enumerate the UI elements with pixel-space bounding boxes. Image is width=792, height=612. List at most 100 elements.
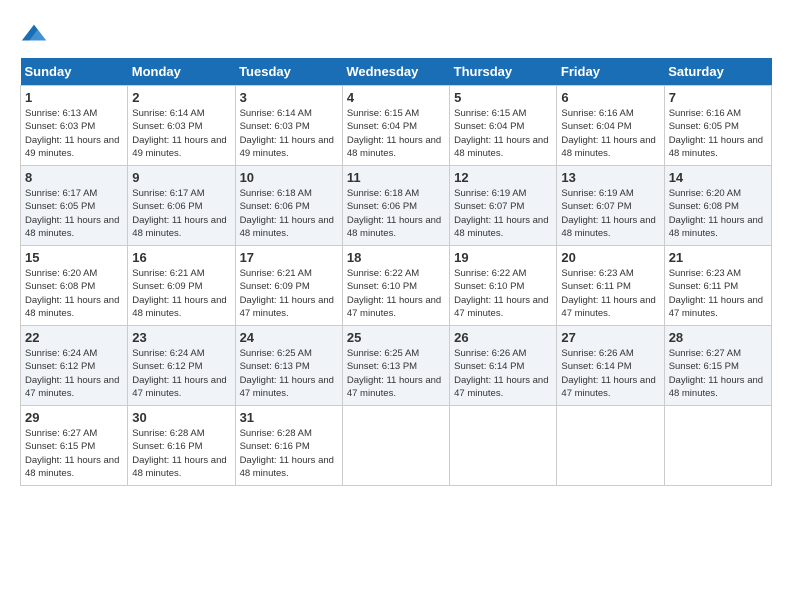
- calendar-cell: 3Sunrise: 6:14 AMSunset: 6:03 PMDaylight…: [235, 86, 342, 166]
- calendar-cell: 1 Sunrise: 6:13 AMSunset: 6:03 PMDaylight…: [21, 86, 128, 166]
- week-row-5: 29Sunrise: 6:27 AMSunset: 6:15 PMDayligh…: [21, 406, 772, 486]
- day-info: Sunrise: 6:25 AMSunset: 6:13 PMDaylight:…: [240, 347, 338, 400]
- calendar-cell: 28 Sunrise: 6:27 AMSunset: 6:15 PMDayligh…: [664, 326, 771, 406]
- day-info: Sunrise: 6:24 AMSunset: 6:12 PMDaylight:…: [25, 347, 123, 400]
- weekday-header-tuesday: Tuesday: [235, 58, 342, 86]
- calendar-cell: 24 Sunrise: 6:25 AMSunset: 6:13 PMDayligh…: [235, 326, 342, 406]
- day-info: Sunrise: 6:18 AMSunset: 6:06 PMDaylight:…: [240, 187, 338, 240]
- day-number: 27: [561, 330, 659, 345]
- calendar-cell: 5 Sunrise: 6:15 AMSunset: 6:04 PMDaylight…: [450, 86, 557, 166]
- day-info: Sunrise: 6:20 AMSunset: 6:08 PMDaylight:…: [669, 187, 767, 240]
- day-info: Sunrise: 6:20 AMSunset: 6:08 PMDaylight:…: [25, 267, 123, 320]
- day-number: 28: [669, 330, 767, 345]
- day-number: 22: [25, 330, 123, 345]
- day-number: 19: [454, 250, 552, 265]
- day-number: 3: [240, 90, 338, 105]
- calendar-cell: 4 Sunrise: 6:15 AMSunset: 6:04 PMDaylight…: [342, 86, 449, 166]
- calendar-cell: 22 Sunrise: 6:24 AMSunset: 6:12 PMDayligh…: [21, 326, 128, 406]
- logo: [20, 20, 50, 48]
- calendar-cell: 18Sunrise: 6:22 AMSunset: 6:10 PMDayligh…: [342, 246, 449, 326]
- day-number: 9: [132, 170, 230, 185]
- day-number: 10: [240, 170, 338, 185]
- weekday-header-row: SundayMondayTuesdayWednesdayThursdayFrid…: [21, 58, 772, 86]
- day-info: Sunrise: 6:28 AMSunset: 6:16 PMDaylight:…: [132, 427, 230, 480]
- day-number: 15: [25, 250, 123, 265]
- day-info: Sunrise: 6:27 AMSunset: 6:15 PMDaylight:…: [25, 427, 123, 480]
- calendar-cell: [450, 406, 557, 486]
- day-info: Sunrise: 6:13 AMSunset: 6:03 PMDaylight:…: [25, 107, 123, 160]
- day-number: 6: [561, 90, 659, 105]
- day-info: Sunrise: 6:28 AMSunset: 6:16 PMDaylight:…: [240, 427, 338, 480]
- calendar-cell: 2 Sunrise: 6:14 AMSunset: 6:03 PMDaylight…: [128, 86, 235, 166]
- weekday-header-wednesday: Wednesday: [342, 58, 449, 86]
- day-info: Sunrise: 6:15 AMSunset: 6:04 PMDaylight:…: [347, 107, 445, 160]
- calendar-cell: 8 Sunrise: 6:17 AMSunset: 6:05 PMDaylight…: [21, 166, 128, 246]
- day-number: 8: [25, 170, 123, 185]
- day-number: 21: [669, 250, 767, 265]
- day-number: 11: [347, 170, 445, 185]
- day-number: 2: [132, 90, 230, 105]
- calendar-cell: 20Sunrise: 6:23 AMSunset: 6:11 PMDayligh…: [557, 246, 664, 326]
- week-row-3: 15 Sunrise: 6:20 AMSunset: 6:08 PMDayligh…: [21, 246, 772, 326]
- day-info: Sunrise: 6:22 AMSunset: 6:10 PMDaylight:…: [454, 267, 552, 320]
- calendar-cell: 21 Sunrise: 6:23 AMSunset: 6:11 PMDayligh…: [664, 246, 771, 326]
- day-info: Sunrise: 6:14 AMSunset: 6:03 PMDaylight:…: [132, 107, 230, 160]
- day-number: 31: [240, 410, 338, 425]
- day-info: Sunrise: 6:27 AMSunset: 6:15 PMDaylight:…: [669, 347, 767, 400]
- weekday-header-sunday: Sunday: [21, 58, 128, 86]
- calendar-cell: 25 Sunrise: 6:25 AMSunset: 6:13 PMDayligh…: [342, 326, 449, 406]
- weekday-header-monday: Monday: [128, 58, 235, 86]
- day-number: 7: [669, 90, 767, 105]
- day-info: Sunrise: 6:21 AMSunset: 6:09 PMDaylight:…: [132, 267, 230, 320]
- calendar-cell: 13Sunrise: 6:19 AMSunset: 6:07 PMDayligh…: [557, 166, 664, 246]
- day-number: 1: [25, 90, 123, 105]
- day-info: Sunrise: 6:18 AMSunset: 6:06 PMDaylight:…: [347, 187, 445, 240]
- day-number: 23: [132, 330, 230, 345]
- day-number: 14: [669, 170, 767, 185]
- day-number: 5: [454, 90, 552, 105]
- calendar-cell: [664, 406, 771, 486]
- calendar-cell: 29Sunrise: 6:27 AMSunset: 6:15 PMDayligh…: [21, 406, 128, 486]
- day-info: Sunrise: 6:15 AMSunset: 6:04 PMDaylight:…: [454, 107, 552, 160]
- calendar-table: SundayMondayTuesdayWednesdayThursdayFrid…: [20, 58, 772, 486]
- calendar-cell: 7Sunrise: 6:16 AMSunset: 6:05 PMDaylight…: [664, 86, 771, 166]
- day-number: 16: [132, 250, 230, 265]
- week-row-2: 8 Sunrise: 6:17 AMSunset: 6:05 PMDaylight…: [21, 166, 772, 246]
- day-info: Sunrise: 6:22 AMSunset: 6:10 PMDaylight:…: [347, 267, 445, 320]
- day-number: 25: [347, 330, 445, 345]
- calendar-cell: 15 Sunrise: 6:20 AMSunset: 6:08 PMDayligh…: [21, 246, 128, 326]
- day-number: 13: [561, 170, 659, 185]
- calendar-cell: 6 Sunrise: 6:16 AMSunset: 6:04 PMDaylight…: [557, 86, 664, 166]
- page-header: [20, 20, 772, 48]
- day-info: Sunrise: 6:21 AMSunset: 6:09 PMDaylight:…: [240, 267, 338, 320]
- calendar-cell: 26Sunrise: 6:26 AMSunset: 6:14 PMDayligh…: [450, 326, 557, 406]
- day-info: Sunrise: 6:16 AMSunset: 6:04 PMDaylight:…: [561, 107, 659, 160]
- calendar-cell: 23 Sunrise: 6:24 AMSunset: 6:12 PMDayligh…: [128, 326, 235, 406]
- calendar-cell: 17 Sunrise: 6:21 AMSunset: 6:09 PMDayligh…: [235, 246, 342, 326]
- day-number: 24: [240, 330, 338, 345]
- day-number: 4: [347, 90, 445, 105]
- week-row-1: 1 Sunrise: 6:13 AMSunset: 6:03 PMDaylight…: [21, 86, 772, 166]
- day-number: 17: [240, 250, 338, 265]
- calendar-cell: 14 Sunrise: 6:20 AMSunset: 6:08 PMDayligh…: [664, 166, 771, 246]
- calendar-cell: 12 Sunrise: 6:19 AMSunset: 6:07 PMDayligh…: [450, 166, 557, 246]
- calendar-cell: 16 Sunrise: 6:21 AMSunset: 6:09 PMDayligh…: [128, 246, 235, 326]
- weekday-header-saturday: Saturday: [664, 58, 771, 86]
- day-info: Sunrise: 6:19 AMSunset: 6:07 PMDaylight:…: [454, 187, 552, 240]
- calendar-cell: 31 Sunrise: 6:28 AMSunset: 6:16 PMDayligh…: [235, 406, 342, 486]
- day-info: Sunrise: 6:17 AMSunset: 6:05 PMDaylight:…: [25, 187, 123, 240]
- calendar-cell: [342, 406, 449, 486]
- day-info: Sunrise: 6:23 AMSunset: 6:11 PMDaylight:…: [669, 267, 767, 320]
- day-number: 30: [132, 410, 230, 425]
- calendar-cell: [557, 406, 664, 486]
- day-info: Sunrise: 6:26 AMSunset: 6:14 PMDaylight:…: [561, 347, 659, 400]
- weekday-header-friday: Friday: [557, 58, 664, 86]
- logo-icon: [20, 20, 48, 48]
- day-info: Sunrise: 6:25 AMSunset: 6:13 PMDaylight:…: [347, 347, 445, 400]
- calendar-cell: 11 Sunrise: 6:18 AMSunset: 6:06 PMDayligh…: [342, 166, 449, 246]
- calendar-cell: 30 Sunrise: 6:28 AMSunset: 6:16 PMDayligh…: [128, 406, 235, 486]
- calendar-cell: 10 Sunrise: 6:18 AMSunset: 6:06 PMDayligh…: [235, 166, 342, 246]
- day-info: Sunrise: 6:24 AMSunset: 6:12 PMDaylight:…: [132, 347, 230, 400]
- day-number: 12: [454, 170, 552, 185]
- day-number: 26: [454, 330, 552, 345]
